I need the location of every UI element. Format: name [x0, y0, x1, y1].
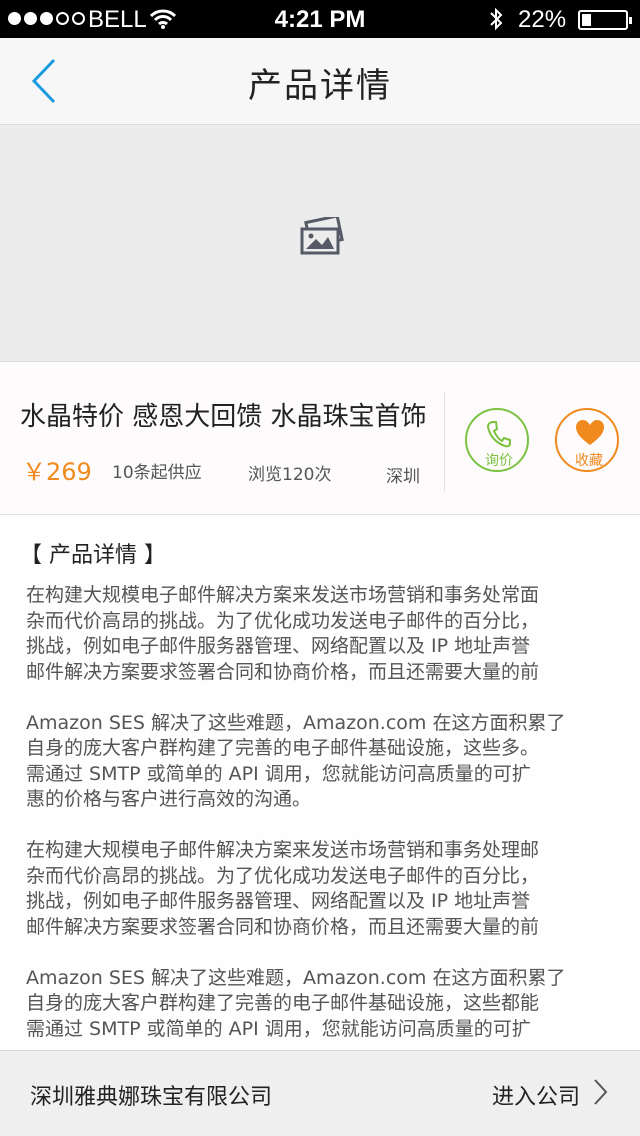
- product-detail-section: 【 产品详情 】 在构建大规模电子邮件解决方案来发送市场营销和事务处常面 杂而代…: [0, 515, 640, 1050]
- heart-icon: [575, 419, 605, 451]
- status-bar: BELL 4:21 PM 22%: [0, 0, 640, 38]
- detail-line: 在构建大规模电子邮件解决方案来发送市场营销和事务处常面: [26, 584, 540, 606]
- detail-line: 邮件解决方案要求签署合同和协商价格，而且还需要大量的前: [26, 915, 540, 938]
- company-bar[interactable]: 深圳雅典娜珠宝有限公司 进入公司: [0, 1050, 640, 1136]
- chevron-right-icon: [592, 1077, 608, 1111]
- detail-line: 惠的价格与客户进行高效的沟通。: [26, 788, 312, 810]
- detail-body: 在构建大规模电子邮件解决方案来发送市场营销和事务处常面 杂而代价高昂的挑战。为了…: [26, 583, 640, 1050]
- battery-percent: 22%: [518, 6, 567, 33]
- detail-line: Amazon SES 解决了这些难题，Amazon.com 在这方面积累了: [26, 711, 566, 734]
- detail-line: 挑战，例如电子邮件服务器管理、网络配置以及 IP 地址声誉: [26, 635, 531, 657]
- detail-line: 需通过 SMTP 或简单的 API 调用，您就能访问高质量的可扩: [26, 762, 531, 785]
- detail-paragraph: Amazon SES 解决了这些难题，Amazon.com 在这方面积累了 自身…: [26, 711, 640, 813]
- detail-line: 自身的庞大客户群构建了完善的电子邮件基础设施，这些多。: [26, 737, 540, 759]
- detail-line: 在构建大规模电子邮件解决方案来发送市场营销和事务处理邮: [26, 839, 540, 861]
- collect-label: 收藏: [575, 453, 603, 469]
- detail-paragraph: 在构建大规模电子邮件解决方案来发送市场营销和事务处理邮 杂而代价高昂的挑战。为了…: [26, 838, 640, 940]
- company-name: 深圳雅典娜珠宝有限公司: [30, 1085, 273, 1110]
- product-image[interactable]: [0, 125, 640, 362]
- product-city: 深圳: [386, 467, 420, 487]
- product-price: ￥269: [22, 458, 92, 486]
- view-count: 浏览120次: [248, 465, 332, 485]
- product-info: 水晶特价 感恩大回馈 水晶珠宝首饰 ￥269 10条起供应 浏览120次 深圳: [0, 362, 640, 515]
- inquire-button[interactable]: 询价: [465, 408, 529, 472]
- product-name: 水晶特价 感恩大回馈 水晶珠宝首饰: [20, 402, 427, 432]
- detail-line: 杂而代价高昂的挑战。为了优化成功发送电子邮件的百分比，: [26, 864, 540, 887]
- inquire-label: 询价: [485, 453, 513, 469]
- enter-company-link[interactable]: 进入公司: [492, 1079, 580, 1111]
- battery-icon: [578, 10, 632, 30]
- image-placeholder-icon: [298, 214, 344, 261]
- detail-heading: 【 产品详情 】: [20, 543, 166, 568]
- phone-icon: [485, 419, 513, 453]
- detail-line: 自身的庞大客户群构建了完善的电子邮件基础设施，这些都能: [26, 992, 540, 1014]
- detail-paragraph: 在构建大规模电子邮件解决方案来发送市场营销和事务处常面 杂而代价高昂的挑战。为了…: [26, 583, 640, 685]
- detail-line: 需通过 SMTP 或简单的 API 调用，您就能访问高质量的可扩: [26, 1017, 531, 1040]
- detail-paragraph: Amazon SES 解决了这些难题，Amazon.com 在这方面积累了 自身…: [26, 966, 640, 1043]
- detail-line: 邮件解决方案要求签署合同和协商价格，而且还需要大量的前: [26, 660, 540, 683]
- bluetooth-icon: [488, 7, 504, 36]
- detail-line: 杂而代价高昂的挑战。为了优化成功发送电子邮件的百分比，: [26, 609, 540, 632]
- divider: [444, 392, 445, 492]
- minimum-order: 10条起供应: [112, 463, 202, 483]
- detail-line: Amazon SES 解决了这些难题，Amazon.com 在这方面积累了: [26, 966, 566, 989]
- page-title: 产品详情: [248, 66, 392, 106]
- detail-line: 挑战，例如电子邮件服务器管理、网络配置以及 IP 地址声誉: [26, 890, 531, 912]
- navigation-bar: 产品详情: [0, 38, 640, 125]
- collect-button[interactable]: 收藏: [555, 408, 619, 472]
